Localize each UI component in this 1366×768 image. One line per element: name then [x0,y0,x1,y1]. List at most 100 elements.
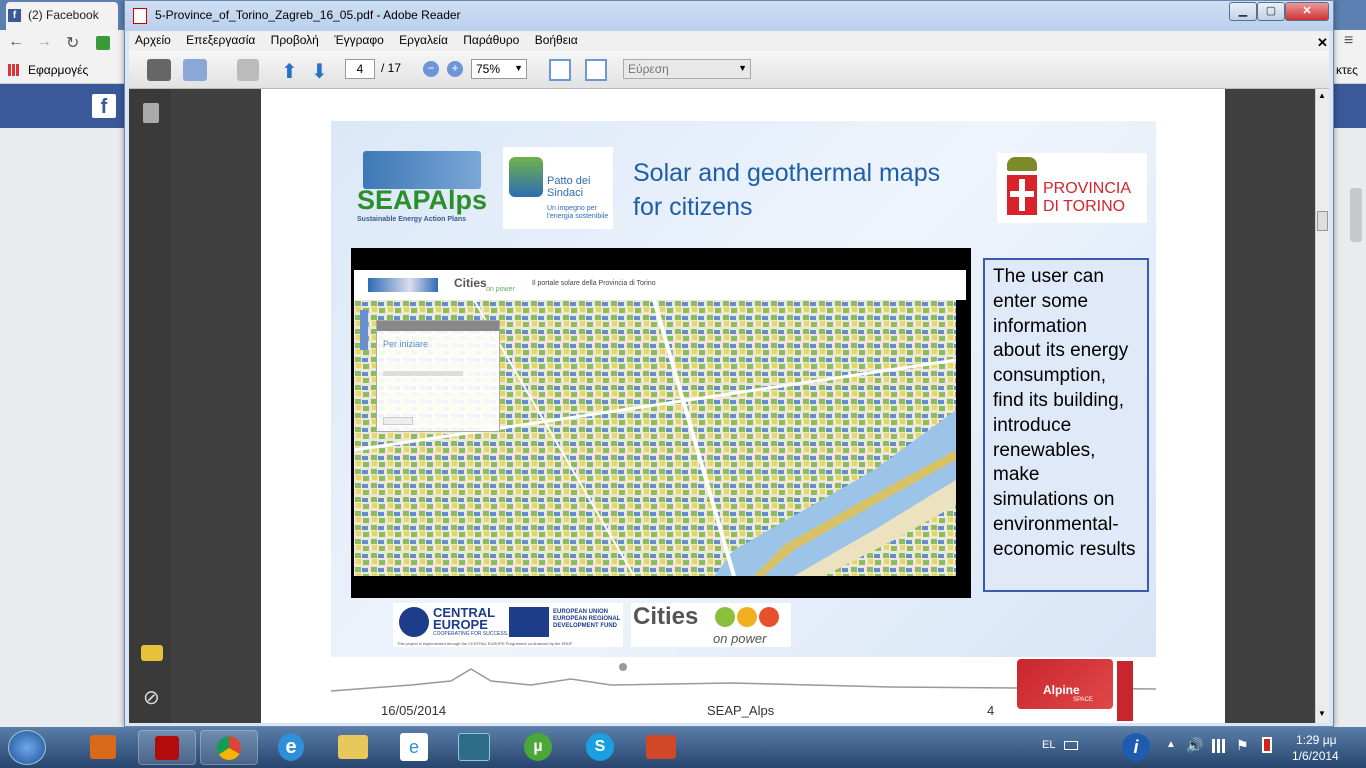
network-icon[interactable] [1212,739,1228,753]
close-document-icon[interactable]: ✕ [1311,33,1334,53]
comment-tool-icon[interactable] [237,59,259,81]
forward-icon[interactable]: → [36,33,52,51]
share-icon[interactable] [183,59,207,81]
provincia-line2: DI TORINO [1043,198,1126,215]
browser-tab-facebook[interactable]: f (2) Facebook [6,2,118,30]
menu-document[interactable]: Έγγραφο [328,31,390,49]
browser-scrollbar-thumb[interactable] [1350,188,1362,242]
map-info-panel-header [377,321,499,331]
chrome-icon [217,736,241,760]
language-indicator[interactable]: EL [1042,739,1055,751]
media-player-icon[interactable] [90,735,116,759]
utorrent-icon[interactable]: µ [524,733,552,761]
menu-edit[interactable]: Επεξεργασία [180,31,261,49]
eu-fund-text: EUROPEAN UNION EUROPEAN REGIONAL DEVELOP… [553,609,621,629]
maximize-button[interactable]: ▢ [1257,2,1285,21]
scrollbar-thumb[interactable] [1317,211,1328,231]
taskbar-adobe-reader[interactable] [138,730,196,765]
crown-icon [1007,157,1037,171]
central-europe-sub: COOPERATING FOR SUCCESS. [433,631,509,637]
print-icon[interactable] [147,59,171,81]
minimize-button[interactable]: ▁ [1229,2,1257,21]
solar-map: Per iniziare [354,300,956,576]
slide-title-line1: Solar and geothermal maps [633,159,941,187]
page-thumbnails-icon[interactable] [143,103,159,123]
skype-icon[interactable]: S [586,733,614,761]
menu-tools[interactable]: Εργαλεία [393,31,454,49]
previous-page-icon[interactable]: ⬆ [281,59,298,84]
zoom-select[interactable]: 75% ▼ [471,59,527,79]
menu-window[interactable]: Παράθυρο [457,31,525,49]
cities-circle-green-icon [715,607,735,627]
patto-logo-subtitle: Un impegno per l'energia sostenibile [547,205,609,220]
footer-onpower-text: on power [713,631,767,646]
find-input[interactable]: Εύρεση ▼ [623,59,751,79]
alpine-space-logo: Alpine SPACE [1017,659,1133,723]
reload-icon[interactable]: ↻ [66,33,79,53]
comments-icon[interactable] [141,645,163,661]
battery-icon[interactable] [1262,737,1272,753]
map-header-title: Il portale solare della Provincia di Tor… [532,280,656,287]
remote-desktop-icon[interactable] [458,733,490,761]
file-explorer-icon[interactable] [338,735,368,759]
document-scrollbar[interactable]: ▲ ▼ [1315,89,1329,723]
volume-icon[interactable]: 🔊 [1186,737,1203,754]
footer-cities-logo: Cities on power [631,603,791,647]
alpine-logo-text: Alpine [1043,683,1080,697]
full-screen-icon[interactable] [585,59,607,81]
menu-file[interactable]: Αρχείο [129,31,177,49]
apps-icon[interactable] [8,64,20,76]
fit-page-icon[interactable] [549,59,571,81]
menu-view[interactable]: Προβολή [265,31,325,49]
seap-logo-text: SEAPAlps [357,185,488,215]
document-viewer: SEAPAlps Sustainable Energy Action Plans… [171,89,1315,723]
facebook-logo-icon[interactable]: f [92,94,116,118]
find-placeholder: Εύρεση [628,62,669,76]
patto-logo-text: Patto dei Sindaci [547,175,591,199]
footer-logos-eu: CENTRAL EUROPE COOPERATING FOR SUCCESS. … [393,603,623,647]
zoom-out-icon[interactable]: − [423,61,439,77]
reader-toolbar: ⬆ ⬇ 4 / 17 − + 75% ▼ Εύρεση ▼ [129,51,1329,89]
chevron-down-icon: ▼ [514,63,523,73]
patto-logo-icon [509,157,543,197]
chrome-menu-icon[interactable]: ≡ [1344,32,1353,50]
keyboard-icon[interactable] [1064,741,1078,750]
page-total: / 17 [381,61,402,75]
scroll-down-icon[interactable]: ▼ [1318,709,1326,718]
scroll-up-icon[interactable]: ▲ [1318,91,1326,100]
show-hidden-icons-icon[interactable]: ▲ [1166,739,1176,750]
page-number-input[interactable]: 4 [345,59,375,79]
map-info-button [383,417,413,425]
back-icon[interactable]: ← [8,33,24,51]
close-button[interactable]: ✕ [1285,2,1329,21]
next-page-icon[interactable]: ⬇ [311,59,328,84]
reader-window-title: 5-Province_of_Torino_Zagreb_16_05.pdf - … [155,8,461,22]
facebook-icon: f [8,9,21,22]
clock-time[interactable]: 1:29 μμ [1296,733,1337,747]
map-header-onpower: on power [486,286,515,293]
attachments-icon[interactable]: ⊘ [143,685,160,710]
central-europe-icon [399,607,429,637]
footer-cities-text: Cities [633,603,699,630]
reader-menu-bar: Αρχείο Επεξεργασία Προβολή Έγγραφο Εργαλ… [129,31,1329,51]
powerpoint-icon[interactable] [646,735,676,759]
taskbar-chrome[interactable] [200,730,258,765]
cities-circle-red-icon [759,607,779,627]
clock-date[interactable]: 1/6/2014 [1292,749,1339,763]
slide-content: SEAPAlps Sustainable Energy Action Plans… [331,121,1156,657]
alpine-space-text: SPACE [1073,697,1093,703]
internet-explorer-icon[interactable]: e [278,733,304,761]
zoom-in-icon[interactable]: + [447,61,463,77]
start-button-icon[interactable] [8,730,46,765]
footer-date: 16/05/2014 [381,703,447,718]
territorial-cooperation-band [1117,661,1133,721]
other-bookmarks[interactable]: κτες [1336,63,1358,77]
central-europe-text: CENTRAL EUROPE [433,605,495,632]
ie-alt-icon[interactable]: e [400,733,428,761]
help-notify-icon[interactable]: i [1122,733,1150,761]
bookmarks-apps[interactable]: Εφαρμογές [28,63,88,77]
map-header: Cities on power Il portale solare della … [354,270,966,300]
menu-help[interactable]: Βοήθεια [529,31,584,49]
action-center-flag-icon[interactable]: ⚑ [1236,737,1249,754]
map-screenshot: Cities on power Il portale solare della … [351,248,971,598]
